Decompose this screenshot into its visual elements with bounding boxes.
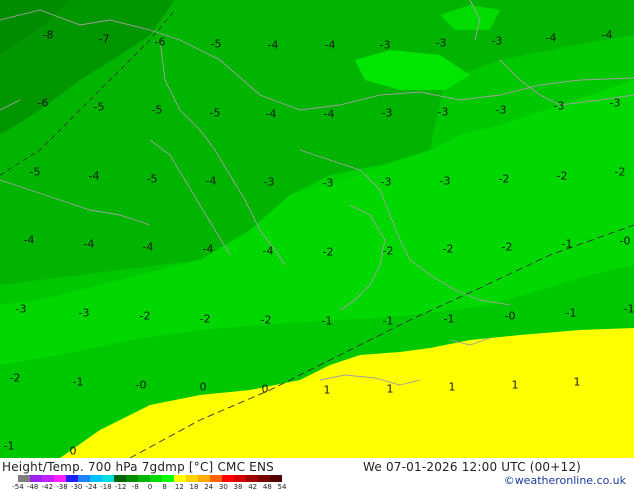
isotherm-value-label: -2	[260, 313, 272, 327]
color-scale-swatch	[30, 475, 42, 482]
color-scale-swatch	[222, 475, 234, 482]
isotherm-value-label: -3	[435, 36, 447, 50]
isotherm-value-label: -2	[556, 169, 568, 183]
isotherm-value-label: -4	[545, 31, 557, 45]
isotherm-value-label: -8	[42, 28, 54, 42]
map-footer: Height/Temp. 700 hPa 7gdmp [°C] CMC ENS …	[0, 458, 634, 491]
isotherm-value-label: -3	[78, 306, 90, 320]
color-scale-swatch	[114, 475, 126, 482]
isotherm-value-label: -3	[437, 105, 449, 119]
isotherm-value-label: -2	[498, 172, 510, 186]
isotherm-value-label: 0	[199, 380, 207, 394]
isotherm-value-label: -4	[83, 237, 95, 251]
isotherm-value-label: 0	[69, 444, 77, 458]
isotherm-value-label: -0	[135, 378, 147, 392]
isotherm-value-label: 0	[261, 382, 269, 396]
color-scale-swatch	[246, 475, 258, 482]
color-scale-swatch	[102, 475, 114, 482]
isotherm-value-label: -4	[601, 28, 613, 42]
isotherm-value-label: -2	[139, 309, 151, 323]
isotherm-value-label: -2	[9, 371, 21, 385]
isotherm-value-label: -4	[267, 38, 279, 52]
color-scale-swatch	[174, 475, 186, 482]
isotherm-value-label: -1	[623, 302, 634, 316]
isotherm-value-label: -7	[98, 32, 110, 46]
isotherm-value-label: 1	[323, 383, 331, 397]
isotherm-value-label: -3	[495, 103, 507, 117]
isotherm-value-label: 1	[386, 382, 394, 396]
isotherm-value-label: -5	[210, 37, 222, 51]
isotherm-value-label: -2	[501, 240, 513, 254]
isotherm-value-label: -1	[321, 314, 333, 328]
isotherm-value-label: -3	[439, 174, 451, 188]
isotherm-value-label: -3	[491, 34, 503, 48]
valid-datetime: We 07-01-2026 12:00 UTC (00+12)	[363, 460, 582, 474]
isotherm-value-label: -1	[443, 312, 455, 326]
isotherm-value-label: -4	[323, 107, 335, 121]
chart-title: Height/Temp. 700 hPa 7gdmp [°C] CMC ENS	[2, 460, 274, 474]
isotherm-value-label: -3	[322, 176, 334, 190]
isotherm-value-label: 1	[573, 375, 581, 389]
isotherm-value-label: -3	[553, 99, 565, 113]
temperature-field	[0, 0, 634, 458]
isotherm-value-label: -1	[382, 314, 394, 328]
isotherm-value-label: -2	[322, 245, 334, 259]
isotherm-value-label: -3	[263, 175, 275, 189]
color-scale-swatch	[258, 475, 270, 482]
isotherm-value-label: -3	[379, 38, 391, 52]
map-area[interactable]: -8 -7 -6 -5 -4 -4 -3 -3 -3 -4 -4 -6 -5 -5 -5 -4 -4 -3 -3 -3…	[0, 0, 634, 458]
isotherm-value-label: -2	[442, 242, 454, 256]
color-scale-swatch	[210, 475, 222, 482]
isotherm-value-label: -1	[72, 375, 84, 389]
isotherm-value-label: -0	[619, 234, 631, 248]
color-scale-swatch	[270, 475, 282, 482]
isotherm-value-label: -5	[146, 172, 158, 186]
isotherm-value-label: -3	[609, 96, 621, 110]
isotherm-value-label: -0	[504, 309, 516, 323]
isotherm-value-label: -3	[15, 302, 27, 316]
color-scale-swatch	[18, 475, 30, 482]
isotherm-value-label: -4	[142, 240, 154, 254]
color-scale-swatch	[42, 475, 54, 482]
color-scale-swatch	[234, 475, 246, 482]
isotherm-value-label: -4	[265, 107, 277, 121]
isotherm-value-label: -5	[29, 165, 41, 179]
color-scale-swatch	[150, 475, 162, 482]
isotherm-value-label: -4	[262, 244, 274, 258]
isotherm-value-label: -4	[23, 233, 35, 247]
isotherm-value-label: -3	[381, 106, 393, 120]
credit-link[interactable]: ©weatheronline.co.uk	[504, 475, 626, 486]
isotherm-value-label: -1	[3, 439, 15, 453]
isotherm-value-label: -1	[565, 306, 577, 320]
color-scale-swatch	[66, 475, 78, 482]
color-scale-swatch	[54, 475, 66, 482]
isotherm-value-label: -5	[209, 106, 221, 120]
color-scale-swatch	[126, 475, 138, 482]
color-scale-swatch	[138, 475, 150, 482]
color-scale-swatch	[186, 475, 198, 482]
isotherm-value-label: -1	[561, 237, 573, 251]
isotherm-value-label: -2	[614, 165, 626, 179]
color-scale-swatch	[198, 475, 210, 482]
color-scale-swatch	[90, 475, 102, 482]
color-scale-swatch	[78, 475, 90, 482]
isotherm-value-label: -4	[88, 169, 100, 183]
isotherm-value-label: 1	[448, 380, 456, 394]
isotherm-value-label: -2	[199, 312, 211, 326]
isotherm-value-label: -2	[382, 244, 394, 258]
isotherm-value-label: -5	[151, 103, 163, 117]
isotherm-value-label: -6	[37, 96, 49, 110]
color-scale-swatch	[162, 475, 174, 482]
isotherm-value-label: -4	[205, 174, 217, 188]
isotherm-value-label: -3	[380, 175, 392, 189]
isotherm-value-label: -4	[202, 242, 214, 256]
isotherm-value-label: -6	[154, 35, 166, 49]
isotherm-value-label: -5	[93, 100, 105, 114]
isotherm-value-label: 1	[511, 378, 519, 392]
isotherm-value-label: -4	[324, 38, 336, 52]
